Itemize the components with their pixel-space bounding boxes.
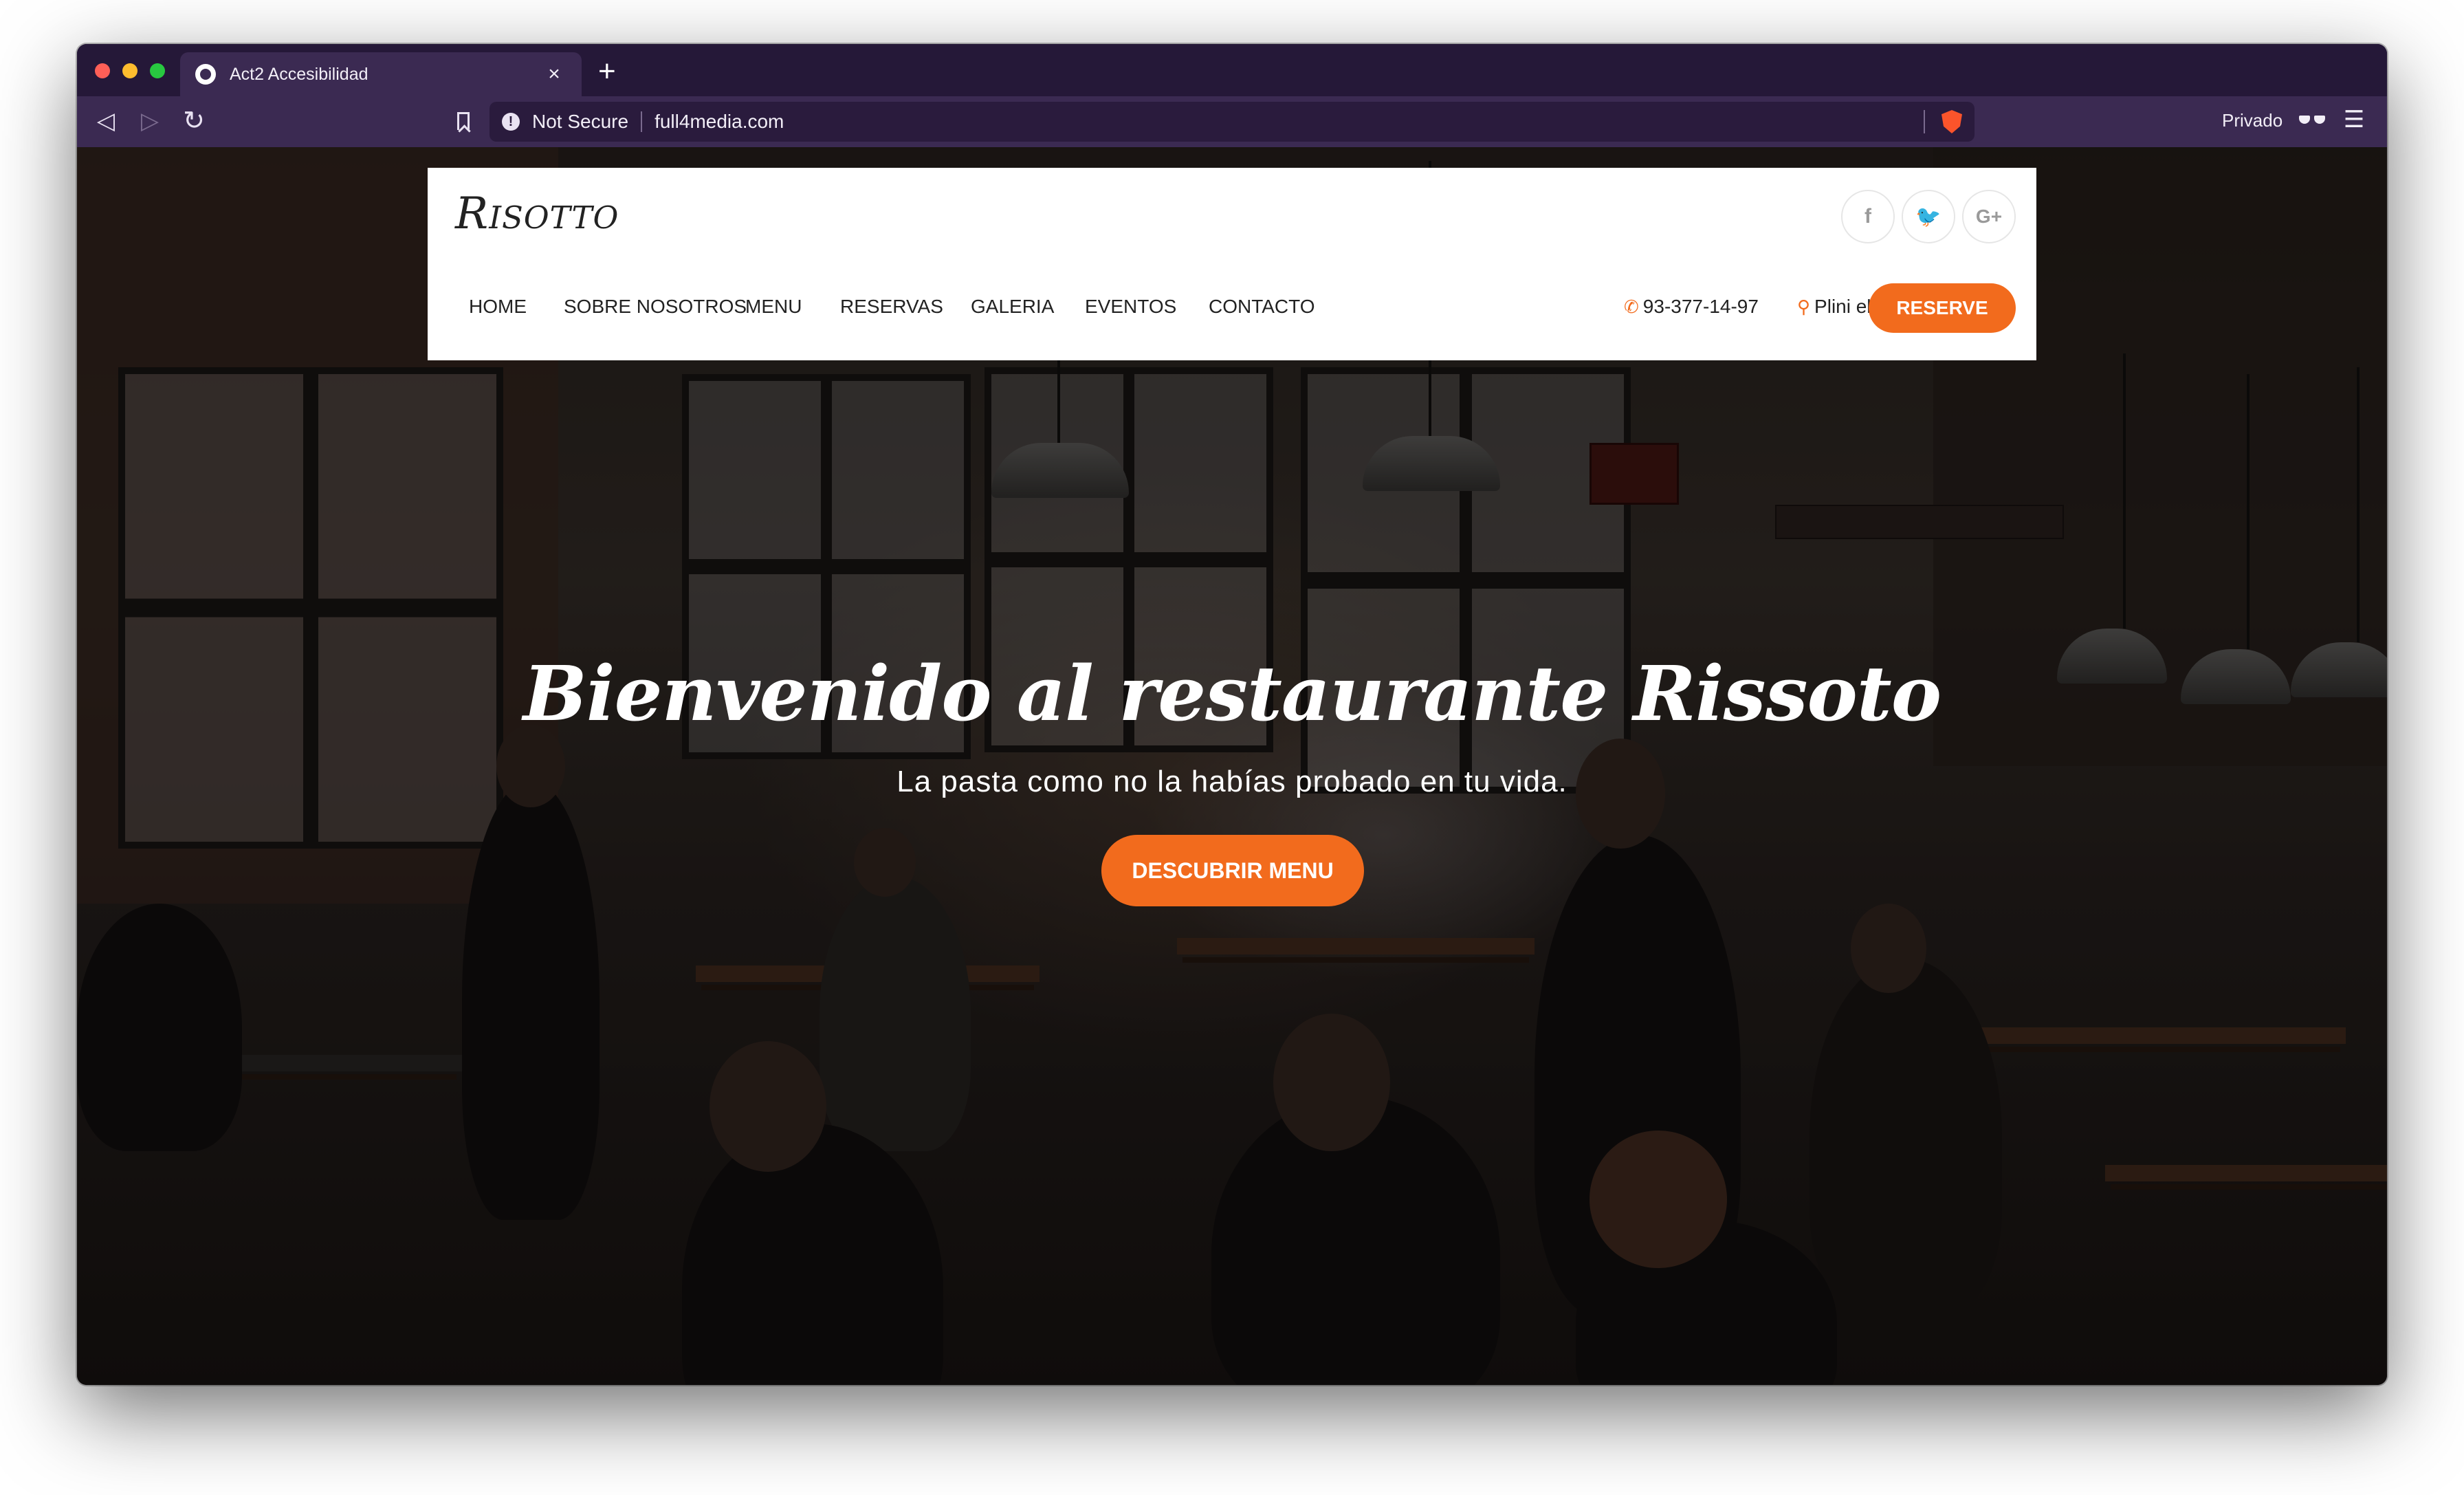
security-label[interactable]: Not Secure — [532, 111, 628, 133]
info-icon[interactable]: ! — [502, 113, 520, 131]
brave-shield-icon[interactable] — [1942, 110, 1962, 133]
nav-home[interactable]: HOME — [469, 296, 527, 318]
facebook-icon[interactable]: f — [1841, 190, 1895, 243]
minimize-window-button[interactable] — [122, 63, 138, 78]
tab-active[interactable]: Act2 Accesibilidad × — [180, 52, 582, 96]
private-label: Privado — [2222, 110, 2283, 131]
nav-menu[interactable]: MENU — [745, 296, 802, 318]
reload-button[interactable]: ↻ — [179, 106, 209, 136]
bookmark-icon[interactable] — [448, 106, 478, 136]
hero-title: Bienvenido al restaurante Rissoto — [522, 649, 1942, 738]
site-header: Risotto f 🐦 G+ HOME SOBRE NOSOTROS MENU … — [428, 168, 2036, 360]
close-window-button[interactable] — [95, 63, 110, 78]
tab-strip: Act2 Accesibilidad × + — [77, 44, 2387, 96]
twitter-icon[interactable]: 🐦 — [1902, 190, 1955, 243]
maximize-window-button[interactable] — [150, 63, 165, 78]
menu-icon[interactable]: ☰ — [2339, 106, 2369, 133]
url-divider — [641, 111, 643, 132]
forward-button[interactable]: ▷ — [135, 106, 165, 136]
discover-menu-button[interactable]: DESCUBRIR MENU — [1101, 835, 1364, 906]
tab-title: Act2 Accesibilidad — [230, 64, 368, 84]
nav-reservas[interactable]: RESERVAS — [840, 296, 943, 318]
nav-contacto[interactable]: CONTACTO — [1209, 296, 1315, 318]
nav-eventos[interactable]: EVENTOS — [1085, 296, 1176, 318]
google-plus-icon[interactable]: G+ — [1962, 190, 2016, 243]
address-bar[interactable]: ! Not Secure full4media.com — [490, 102, 1974, 142]
hero-subtitle: La pasta como no la habías probado en tu… — [896, 765, 1568, 798]
reserve-button[interactable]: RESERVE — [1869, 283, 2016, 333]
new-tab-button[interactable]: + — [598, 56, 616, 87]
close-tab-icon[interactable]: × — [542, 63, 566, 86]
page-viewport: Risotto f 🐦 G+ HOME SOBRE NOSOTROS MENU … — [77, 147, 2387, 1385]
phone-contact[interactable]: ✆ 93-377-14-97 — [1624, 296, 1759, 318]
map-marker-icon: ⚲ — [1797, 296, 1811, 317]
nav-sobre-nosotros[interactable]: SOBRE NOSOTROS — [564, 296, 747, 318]
back-button[interactable]: ◁ — [91, 106, 121, 136]
globe-icon — [195, 64, 216, 85]
main-nav: HOME SOBRE NOSOTROS MENU RESERVAS GALERI… — [428, 264, 2036, 360]
url-divider-right — [1924, 110, 1925, 133]
browser-toolbar: ◁ ▷ ↻ ! Not Secure full4media.com Privad… — [77, 96, 2387, 147]
phone-number: 93-377-14-97 — [1642, 296, 1759, 317]
phone-icon: ✆ — [1624, 296, 1639, 317]
browser-window: Act2 Accesibilidad × + ◁ ▷ ↻ ! Not Secur… — [77, 44, 2387, 1385]
url-text[interactable]: full4media.com — [654, 111, 1924, 133]
nav-galeria[interactable]: GALERIA — [971, 296, 1054, 318]
site-logo[interactable]: Risotto — [455, 188, 619, 239]
private-glasses-icon — [2299, 116, 2325, 127]
